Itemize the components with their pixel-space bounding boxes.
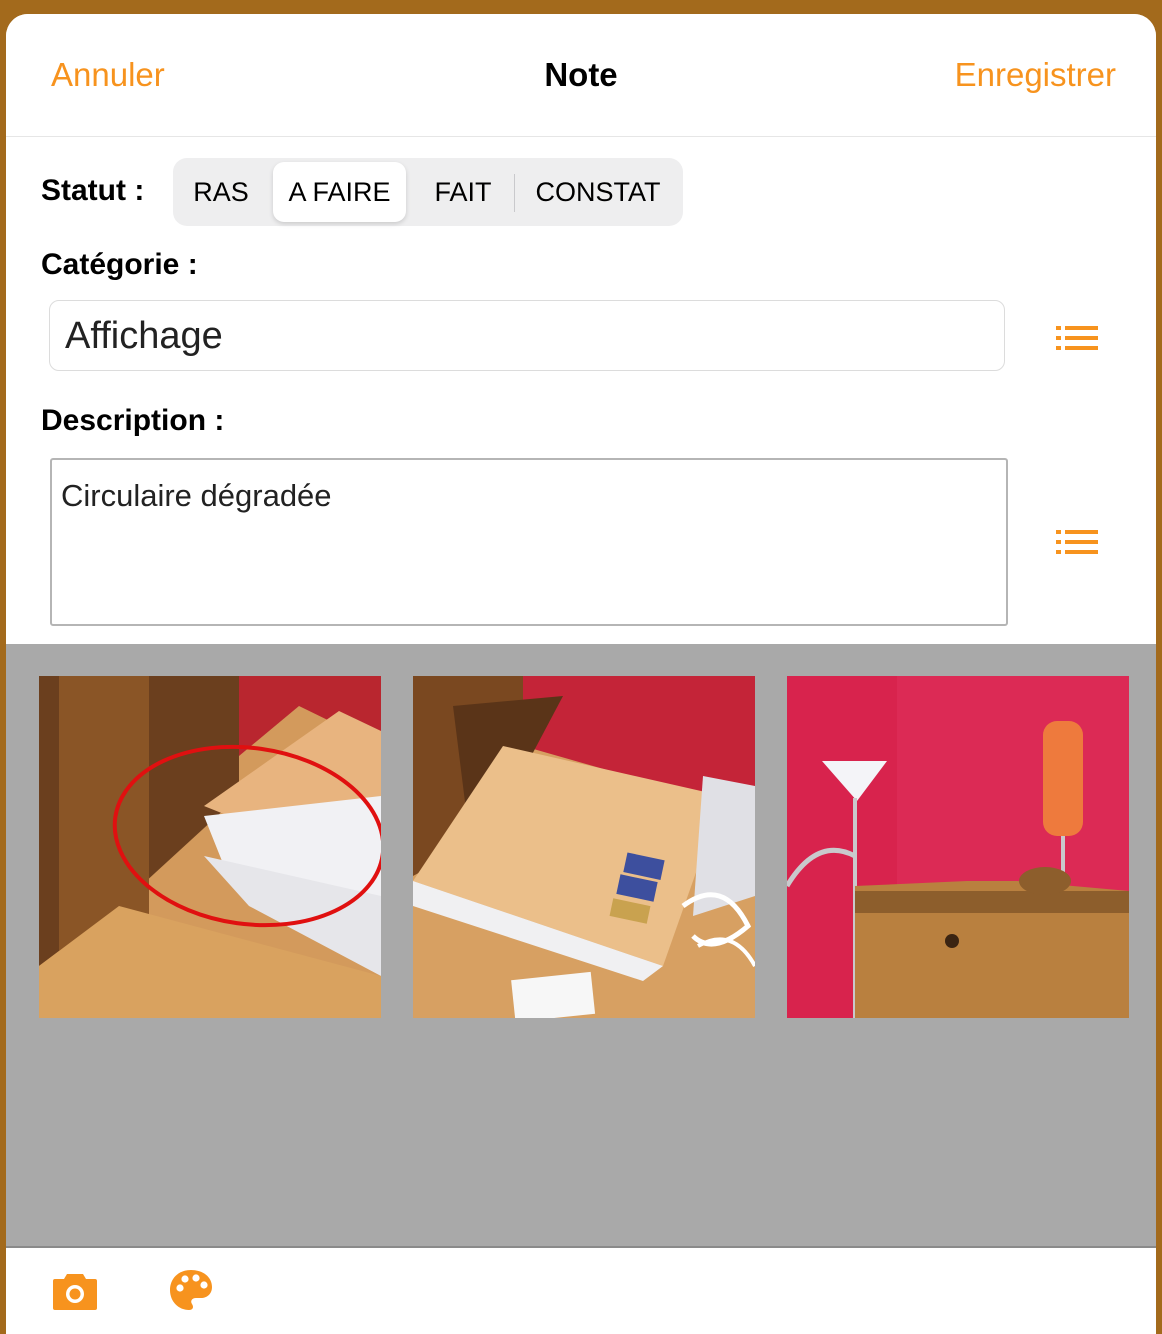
category-field[interactable]: Affichage — [49, 300, 1005, 371]
palette-icon[interactable] — [169, 1268, 213, 1312]
status-option-constat[interactable]: CONSTAT — [518, 162, 678, 222]
segment-divider — [514, 174, 515, 212]
status-option-fait[interactable]: FAIT — [413, 162, 513, 222]
status-option-a-faire[interactable]: A FAIRE — [273, 162, 406, 222]
list-icon[interactable] — [1056, 530, 1098, 554]
list-icon[interactable] — [1056, 326, 1098, 350]
category-label: Catégorie : — [41, 248, 198, 281]
photo-thumbnail[interactable] — [787, 676, 1129, 1018]
status-segmented-control: RAS A FAIRE FAIT CONSTAT — [173, 158, 683, 226]
photo-thumbnail[interactable] — [39, 676, 381, 1018]
description-textarea[interactable]: Circulaire dégradée — [50, 458, 1008, 626]
status-option-ras[interactable]: RAS — [177, 162, 265, 222]
note-sheet: Annuler Note Enregistrer Statut : RAS A … — [6, 14, 1156, 1334]
save-button[interactable]: Enregistrer — [955, 56, 1116, 94]
camera-icon[interactable] — [53, 1272, 97, 1310]
bottom-toolbar — [6, 1248, 1156, 1334]
status-label: Statut : — [41, 174, 145, 207]
description-label: Description : — [41, 404, 225, 437]
photo-gallery — [6, 644, 1156, 1248]
navigation-bar: Annuler Note Enregistrer — [6, 14, 1156, 137]
photo-thumbnail[interactable] — [413, 676, 755, 1018]
